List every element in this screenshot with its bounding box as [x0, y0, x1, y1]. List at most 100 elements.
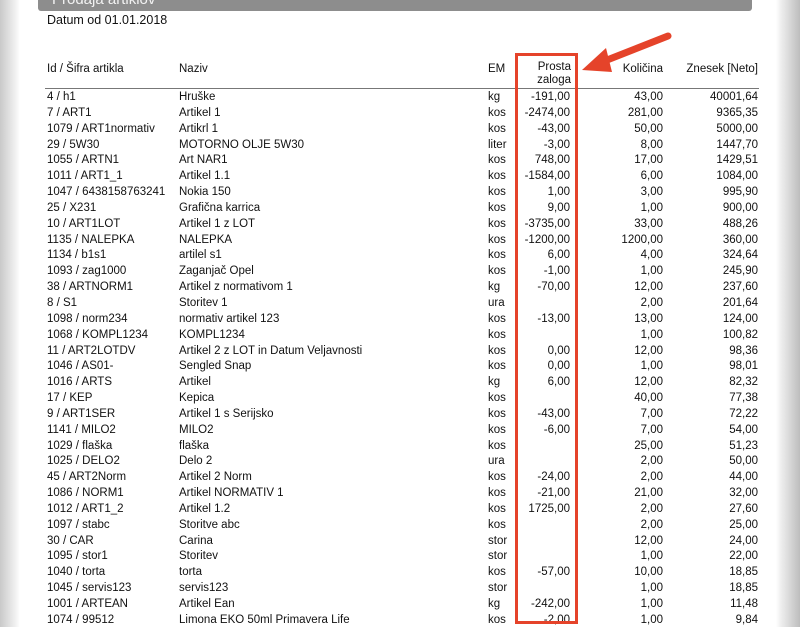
cell-name: Artikel 1 — [179, 106, 221, 119]
cell-name: Artikel NORMATIV 1 — [179, 487, 284, 500]
cell-id: 17 / KEP — [47, 392, 93, 405]
cell-stock: -6,00 — [543, 423, 570, 436]
table-row: 1029 / flaška flaška kos 25,00 51,23 — [0, 439, 800, 455]
table-row: 1079 / ART1normativ Artikrl 1 kos -43,00 50,… — [0, 122, 800, 138]
column-header-id: Id / Šifra artikla — [47, 63, 124, 75]
cell-name: artilel s1 — [179, 249, 222, 262]
cell-qty: 12,00 — [634, 376, 663, 389]
cell-amount: 100,82 — [722, 328, 758, 341]
cell-stock: -1,00 — [543, 265, 570, 278]
cell-name: Artikel 1.2 — [179, 502, 231, 515]
cell-qty: 1,00 — [640, 265, 663, 278]
table-row: 1098 / norm234 normativ artikel 123 kos -13… — [0, 312, 800, 328]
cell-id: 1046 / AS01- — [47, 360, 114, 373]
cell-id: 1001 / ARTEAN — [47, 598, 128, 610]
cell-name: Artikel 2 Norm — [179, 471, 252, 484]
table-row: 1095 / stor1 Storitev stor 1,00 22,00 — [0, 549, 800, 565]
cell-qty: 40,00 — [634, 392, 663, 405]
cell-name: Nokia 150 — [179, 186, 231, 199]
cell-em: kos — [488, 265, 506, 278]
cell-stock: -57,00 — [537, 566, 570, 579]
cell-qty: 1,00 — [640, 360, 663, 373]
cell-qty: 12,00 — [634, 534, 663, 547]
cell-qty: 13,00 — [634, 312, 663, 325]
table-row: 1045 / servis123 servis123 stor 1,00 18,85 — [0, 581, 800, 597]
table-row: 38 / ARTNORM1 Artikel z normativom 1 kg -70… — [0, 280, 800, 296]
cell-name: Delo 2 — [179, 455, 213, 468]
table-row: 1134 / b1s1 artilel s1 kos 6,00 4,00 324,64 — [0, 248, 800, 264]
cell-em: kos — [488, 502, 506, 515]
table-row: 17 / KEP Kepica kos 40,00 77,38 — [0, 391, 800, 407]
cell-stock: -24,00 — [537, 471, 570, 484]
table-row: 45 / ART2Norm Artikel 2 Norm kos -24,00 2,00… — [0, 470, 800, 486]
cell-amount: 9365,35 — [716, 106, 758, 119]
cell-qty: 1,00 — [640, 582, 663, 595]
cell-em: kos — [488, 233, 506, 246]
cell-name: Artikel Ean — [179, 598, 235, 610]
cell-qty: 3,00 — [640, 186, 663, 199]
cell-amount: 18,85 — [729, 566, 758, 579]
cell-amount: 44,00 — [729, 471, 758, 484]
cell-name: MILO2 — [179, 423, 214, 436]
report-title: Prodaja artiklov — [52, 0, 155, 8]
cell-qty: 2,00 — [640, 471, 663, 484]
cell-qty: 1,00 — [640, 598, 663, 610]
cell-em: kg — [488, 598, 501, 610]
table-row: 1135 / NALEPKA NALEPKA kos -1200,00 1200,00 3… — [0, 233, 800, 249]
cell-id: 10 / ART1LOT — [47, 217, 121, 230]
cell-em: stor — [488, 582, 508, 595]
table-row: 1055 / ARTN1 Art NAR1 kos 748,00 17,00 1429,5… — [0, 153, 800, 169]
cell-em: kos — [488, 439, 506, 452]
cell-id: 1011 / ART1_1 — [47, 170, 123, 183]
cell-em: kos — [488, 249, 506, 262]
cell-name: Limona EKO 50ml Primavera Life — [179, 613, 350, 626]
cell-amount: 25,00 — [729, 518, 758, 531]
table-row: 1016 / ARTS Artikel kg 6,00 12,00 82,32 — [0, 375, 800, 391]
cell-amount: 360,00 — [722, 233, 758, 246]
cell-stock: -1200,00 — [524, 233, 570, 246]
cell-name: torta — [179, 566, 203, 579]
cell-name: Artikrl 1 — [179, 122, 218, 135]
cell-id: 30 / CAR — [47, 534, 94, 547]
cell-em: kos — [488, 106, 506, 119]
table-row: 1046 / AS01- Sengled Snap kos 0,00 1,00 98,01 — [0, 359, 800, 375]
cell-name: Artikel 1 z LOT — [179, 217, 256, 230]
table-row: 1025 / DELO2 Delo 2 ura 2,00 50,00 — [0, 454, 800, 470]
cell-name: Artikel 1.1 — [179, 170, 231, 183]
cell-qty: 7,00 — [640, 407, 663, 420]
table-row: 1074 / 99512 Limona EKO 50ml Primavera Li… — [0, 613, 800, 629]
cell-qty: 1,00 — [640, 201, 663, 214]
column-header-em: EM — [488, 63, 506, 75]
cell-qty: 43,00 — [634, 91, 663, 103]
column-header-stock-line2: zaloga — [537, 74, 571, 86]
cell-id: 1025 / DELO2 — [47, 455, 120, 468]
column-header-name: Naziv — [179, 63, 208, 75]
cell-stock: -3,00 — [543, 138, 570, 151]
cell-stock: 9,00 — [547, 201, 570, 214]
cell-amount: 72,22 — [729, 407, 758, 420]
cell-id: 1029 / flaška — [47, 439, 113, 452]
cell-amount: 1084,00 — [716, 170, 758, 183]
table-row: 9 / ART1SER Artikel 1 s Serijsko kos -43,00… — [0, 407, 800, 423]
cell-id: 8 / S1 — [47, 296, 78, 309]
cell-id: 1134 / b1s1 — [47, 249, 107, 262]
cell-id: 1040 / torta — [47, 566, 106, 579]
table-row: 1141 / MILO2 MILO2 kos -6,00 7,00 54,00 — [0, 423, 800, 439]
cell-amount: 124,00 — [722, 312, 758, 325]
cell-qty: 1,00 — [640, 550, 663, 563]
cell-em: stor — [488, 550, 508, 563]
cell-amount: 18,85 — [729, 582, 758, 595]
cell-name: servis123 — [179, 582, 229, 595]
cell-amount: 900,00 — [722, 201, 758, 214]
cell-stock: -13,00 — [537, 312, 570, 325]
cell-stock: 0,00 — [547, 360, 570, 373]
cell-amount: 54,00 — [729, 423, 758, 436]
cell-em: kos — [488, 170, 506, 183]
cell-qty: 2,00 — [640, 518, 663, 531]
cell-qty: 7,00 — [640, 423, 663, 436]
cell-stock: -2474,00 — [524, 106, 570, 119]
table-row: 29 / 5W30 MOTORNO OLJE 5W30 liter -3,00 8,00… — [0, 138, 800, 154]
cell-qty: 2,00 — [640, 455, 663, 468]
cell-name: Artikel 2 z LOT in Datum Veljavnosti — [179, 344, 363, 357]
cell-amount: 1447,70 — [716, 138, 758, 151]
